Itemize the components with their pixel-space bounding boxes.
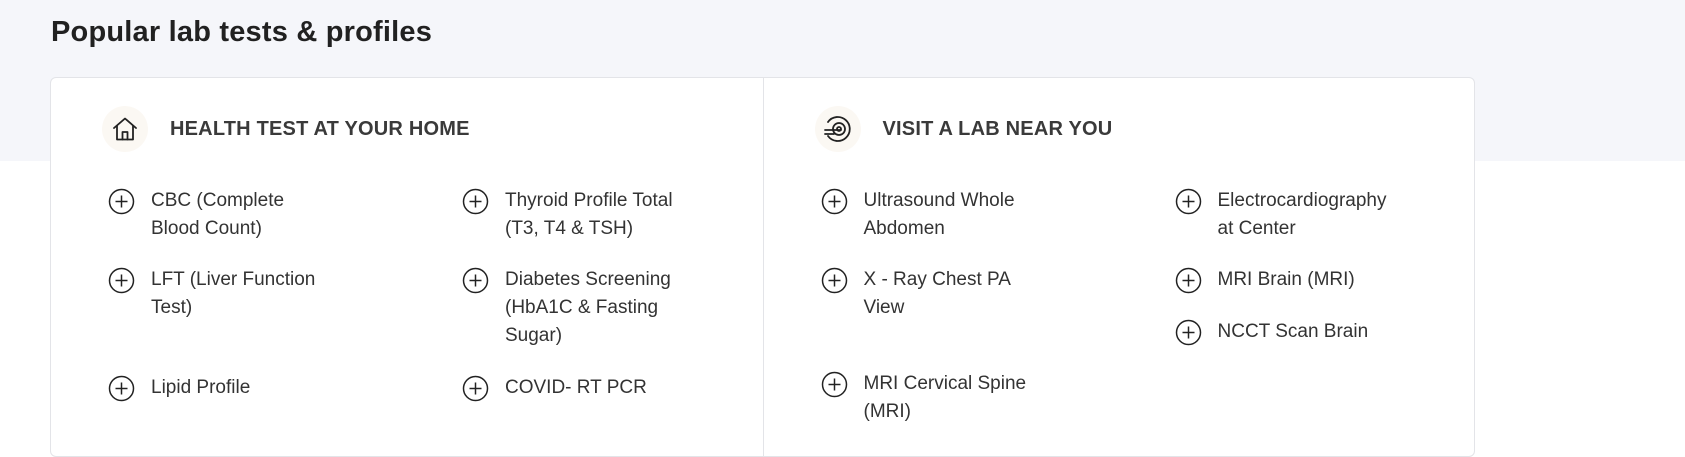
- home-icon: [102, 106, 148, 152]
- home-test-title: HEALTH TEST AT YOUR HOME: [170, 117, 470, 140]
- list-item-label: CBC (Complete Blood Count): [151, 190, 285, 239]
- list-item[interactable]: MRI Brain (MRI): [1175, 267, 1355, 294]
- list-item[interactable]: COVID- RT PCR: [462, 375, 647, 402]
- lab-tests-card: HEALTH TEST AT YOUR HOME CBC (Complete Bl…: [50, 77, 1475, 457]
- home-test-panel: HEALTH TEST AT YOUR HOME CBC (Complete Bl…: [51, 78, 763, 456]
- list-item[interactable]: Thyroid Profile Total (T3, T4 & TSH): [462, 188, 673, 243]
- list-item[interactable]: Electrocardiography at Center: [1175, 188, 1387, 243]
- list-item[interactable]: Diabetes Screening (HbA1C & Fasting Sugar): [462, 267, 671, 350]
- list-item[interactable]: NCCT Scan Brain: [1175, 319, 1369, 346]
- plus-circle-icon: [462, 375, 489, 402]
- list-item-label: COVID- RT PCR: [505, 377, 647, 398]
- list-item[interactable]: CBC (Complete Blood Count): [108, 188, 284, 243]
- list-item-label: Electrocardiography at Center: [1217, 190, 1387, 239]
- plus-circle-icon: [1175, 188, 1201, 215]
- list-item-label: X - Ray Chest PA View: [863, 269, 1011, 318]
- plus-circle-icon: [1175, 319, 1201, 346]
- list-item[interactable]: LFT (Liver Function Test): [108, 267, 315, 322]
- home-test-header: HEALTH TEST AT YOUR HOME: [102, 106, 470, 152]
- lab-visit-header: VISIT A LAB NEAR YOU: [814, 106, 1113, 152]
- list-item-label: Ultrasound Whole Abdomen: [863, 190, 1015, 239]
- plus-circle-icon: [462, 267, 489, 294]
- list-item-label: NCCT Scan Brain: [1217, 321, 1369, 342]
- list-item-label: MRI Cervical Spine (MRI): [863, 373, 1027, 422]
- lab-visit-panel: VISIT A LAB NEAR YOU Ultrasound Whole Abd…: [762, 78, 1475, 456]
- plus-circle-icon: [108, 188, 135, 215]
- list-item-label: LFT (Liver Function Test): [151, 269, 316, 318]
- list-item[interactable]: X - Ray Chest PA View: [821, 267, 1011, 322]
- plus-circle-icon: [821, 371, 847, 398]
- plus-circle-icon: [108, 267, 135, 294]
- plus-circle-icon: [462, 188, 489, 215]
- plus-circle-icon: [821, 188, 847, 215]
- plus-circle-icon: [108, 375, 135, 402]
- lab-visit-title: VISIT A LAB NEAR YOU: [882, 117, 1113, 140]
- list-item[interactable]: Ultrasound Whole Abdomen: [821, 188, 1015, 243]
- list-item-label: Lipid Profile: [151, 377, 251, 398]
- list-item-label: Diabetes Screening (HbA1C & Fasting Sugar): [505, 269, 671, 346]
- list-item-label: Thyroid Profile Total (T3, T4 & TSH): [505, 190, 673, 239]
- lab-scanner-icon: [814, 106, 861, 152]
- list-item[interactable]: Lipid Profile: [108, 375, 250, 402]
- plus-circle-icon: [1175, 267, 1201, 294]
- plus-circle-icon: [821, 267, 847, 294]
- list-item-label: MRI Brain (MRI): [1217, 269, 1355, 290]
- section-title: Popular lab tests & profiles: [51, 16, 433, 48]
- list-item[interactable]: MRI Cervical Spine (MRI): [821, 371, 1027, 426]
